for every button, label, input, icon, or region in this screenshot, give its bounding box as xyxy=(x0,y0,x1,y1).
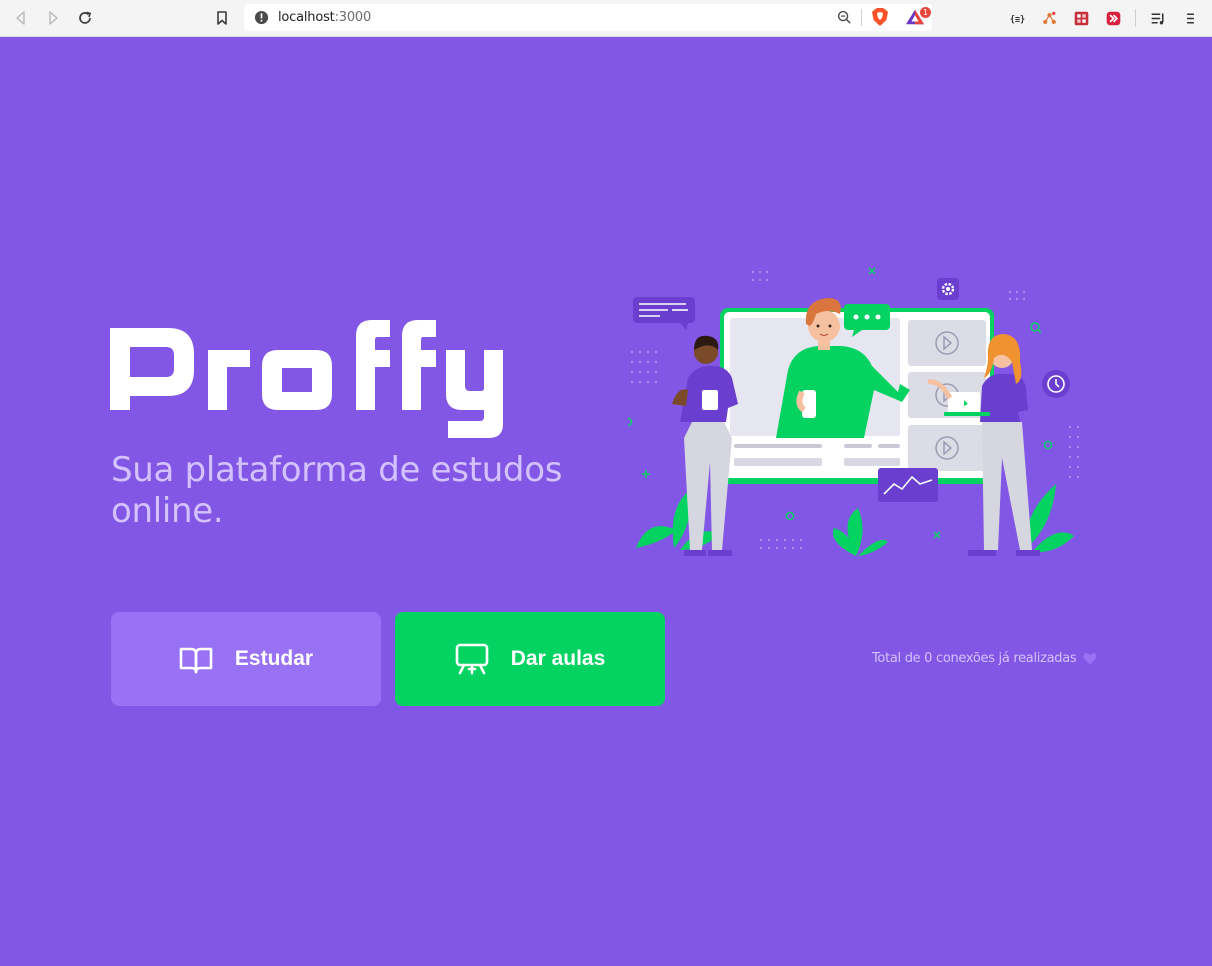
media-controls-button[interactable] xyxy=(1148,8,1168,28)
toolbar-divider xyxy=(1135,9,1136,27)
forward-button[interactable] xyxy=(43,8,63,28)
extension-redux-devtools[interactable] xyxy=(1103,8,1123,28)
heart-icon xyxy=(1083,653,1097,665)
zoom-icon[interactable] xyxy=(837,10,852,25)
url-port: :3000 xyxy=(334,10,372,25)
bookmark-icon xyxy=(217,11,227,25)
teach-button-label: Dar aulas xyxy=(510,647,606,670)
reload-icon xyxy=(79,11,92,24)
total-connections: Total de 0 conexões já realizadas xyxy=(872,651,1097,666)
site-info-icon[interactable] xyxy=(254,10,269,25)
hero-illustration xyxy=(606,262,1088,560)
playlist-icon xyxy=(1151,12,1164,24)
open-book-icon xyxy=(179,642,213,676)
study-online-illustration xyxy=(606,267,1088,556)
total-connections-text: Total de 0 conexões já realizadas xyxy=(872,651,1077,666)
extension-network[interactable] xyxy=(1039,8,1059,28)
back-button[interactable] xyxy=(11,8,31,28)
study-button[interactable]: Estudar xyxy=(111,612,381,706)
wappalyzer-icon xyxy=(1074,11,1088,25)
address-bar-divider xyxy=(861,9,862,26)
presentation-board-icon xyxy=(455,642,489,676)
tagline: Sua plataforma de estudos online. xyxy=(111,450,563,531)
logo-wordmark xyxy=(110,320,503,438)
bookmark-button[interactable] xyxy=(212,8,232,28)
brave-rewards-button[interactable]: 1 xyxy=(905,7,931,28)
app-menu-button[interactable] xyxy=(1180,8,1200,28)
teach-button[interactable]: Dar aulas xyxy=(395,612,665,706)
browser-toolbar: localhost:3000 1 {≡} xyxy=(0,0,1212,37)
reload-button[interactable] xyxy=(75,8,95,28)
brave-shields-icon[interactable] xyxy=(871,7,889,27)
url-host: localhost xyxy=(278,10,335,25)
proffy-logo xyxy=(110,320,504,438)
address-bar[interactable]: localhost:3000 1 xyxy=(244,4,932,31)
rewards-badge: 1 xyxy=(920,7,931,18)
network-extension-icon xyxy=(1042,11,1056,24)
svg-text:{≡}: {≡} xyxy=(1009,14,1024,24)
extension-json-viewer[interactable]: {≡} xyxy=(1007,8,1027,28)
back-arrow-icon xyxy=(16,11,25,25)
extension-wappalyzer[interactable] xyxy=(1071,8,1091,28)
study-button-label: Estudar xyxy=(234,647,314,670)
forward-arrow-icon xyxy=(49,11,58,25)
json-viewer-icon: {≡} xyxy=(1009,14,1024,24)
url-text[interactable]: localhost:3000 xyxy=(278,10,371,25)
hamburger-menu-icon xyxy=(1186,12,1194,24)
redux-devtools-icon xyxy=(1106,11,1120,25)
